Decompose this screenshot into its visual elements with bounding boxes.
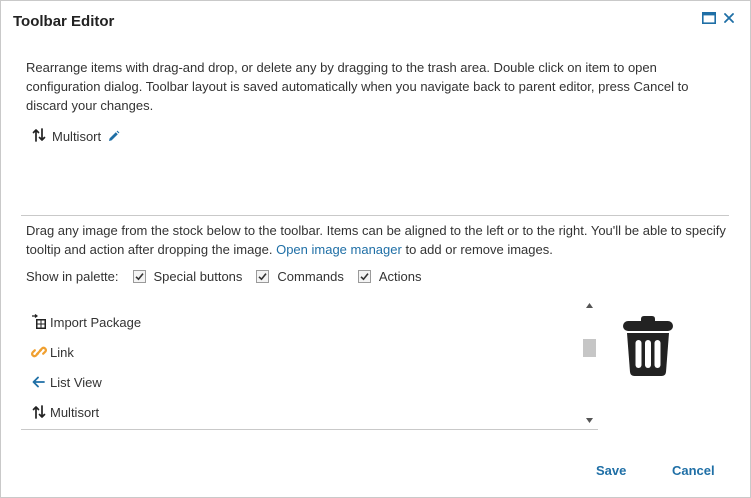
pencil-icon[interactable] <box>107 130 120 143</box>
cancel-button[interactable]: Cancel <box>672 463 715 478</box>
checkbox-commands[interactable] <box>256 270 270 283</box>
filter-label: Actions <box>378 269 422 284</box>
checkbox-special-buttons[interactable] <box>132 270 146 283</box>
stock-description: Drag any image from the stock below to t… <box>26 221 731 259</box>
stock-item-label: Multisort <box>50 404 100 420</box>
sort-arrows-icon <box>31 404 47 420</box>
sort-arrows-icon <box>32 128 46 145</box>
trash-icon[interactable] <box>620 314 676 378</box>
dialog-header-buttons <box>702 12 734 24</box>
palette-filters: Show in palette: Special buttons Command… <box>26 269 422 284</box>
filter-commands[interactable]: Commands <box>256 269 344 284</box>
image-stock: Import Package Link List View Multisort <box>21 297 598 430</box>
filter-special-buttons[interactable]: Special buttons <box>132 269 243 284</box>
maximize-icon[interactable] <box>702 12 716 24</box>
filter-actions[interactable]: Actions <box>357 269 422 284</box>
scroll-up-arrow-icon[interactable] <box>581 298 598 312</box>
stock-item-list-view[interactable]: List View <box>31 374 102 390</box>
filter-label: Commands <box>277 269 344 284</box>
stock-item-label: List View <box>50 374 102 390</box>
stock-item-label: Import Package <box>50 314 142 330</box>
arrow-left-icon <box>31 374 47 390</box>
section-divider <box>21 215 729 216</box>
stock-item-multisort[interactable]: Multisort <box>31 404 99 420</box>
stock-item-link[interactable]: Link <box>31 344 74 360</box>
filter-label: Special buttons <box>153 269 243 284</box>
scroll-down-arrow-icon[interactable] <box>581 413 598 427</box>
save-button[interactable]: Save <box>596 463 626 478</box>
scrollbar-thumb[interactable] <box>583 339 596 357</box>
open-image-manager-link[interactable]: Open image manager <box>276 242 402 257</box>
stock-scrollbar[interactable] <box>581 297 598 429</box>
toolbar-drop-area[interactable]: Multisort <box>22 121 728 215</box>
checkbox-actions[interactable] <box>357 270 371 283</box>
dialog-title: Toolbar Editor <box>13 13 115 30</box>
toolbar-item-label: Multisort <box>52 129 102 144</box>
close-icon[interactable] <box>724 13 734 23</box>
stock-description-suffix: to add or remove images. <box>405 242 553 257</box>
stock-item-import-package[interactable]: Import Package <box>31 314 141 330</box>
palette-label: Show in palette: <box>26 269 119 284</box>
toolbar-item-multisort[interactable]: Multisort <box>32 128 120 145</box>
toolbar-editor-dialog: Toolbar Editor Rearrange items with drag… <box>0 0 751 498</box>
link-icon <box>31 344 47 360</box>
stock-item-label: Link <box>50 344 74 360</box>
editor-description: Rearrange items with drag-and drop, or d… <box>26 60 689 113</box>
image-stock-list: Import Package Link List View Multisort <box>21 297 579 429</box>
import-package-icon <box>31 314 47 330</box>
